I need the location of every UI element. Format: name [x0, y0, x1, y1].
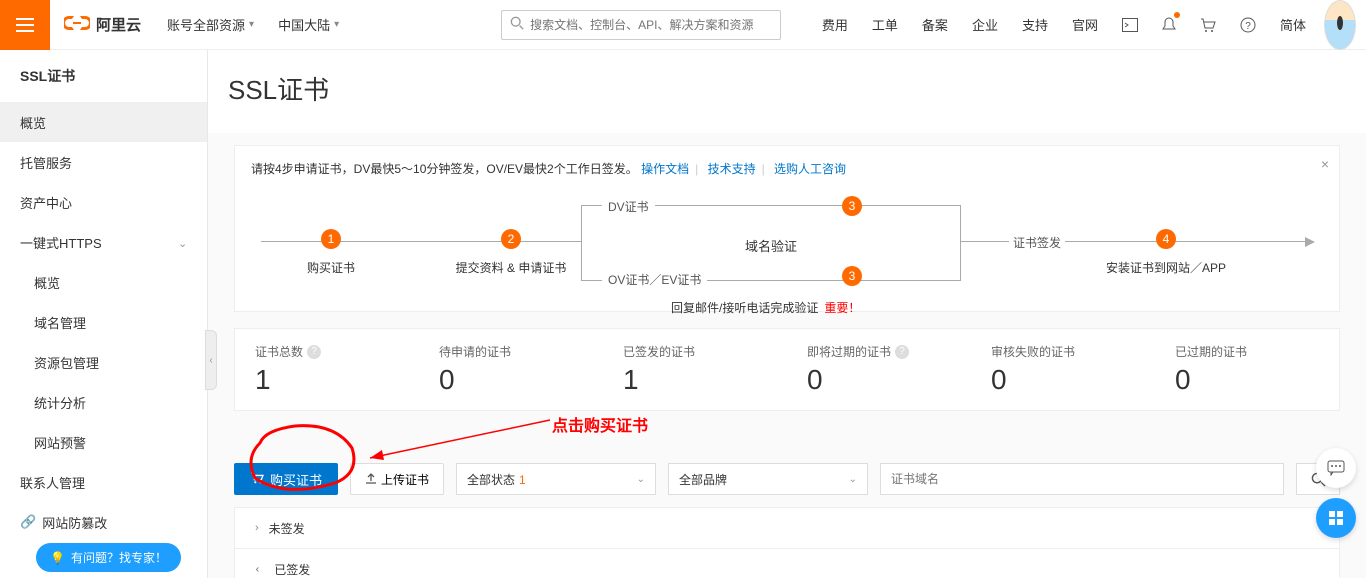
chevron-up-icon: ⌃ [178, 236, 187, 249]
sidebar-item-https[interactable]: 一键式HTTPS⌃ [0, 222, 207, 262]
upload-icon [365, 472, 377, 487]
upload-cert-button[interactable]: 上传证书 [350, 463, 444, 495]
nav-support[interactable]: 支持 [1010, 0, 1060, 50]
search-icon [510, 16, 524, 33]
flow-branch-box: DV证书 OV证书／EV证书 域名验证 3 3 [581, 205, 961, 281]
chat-icon[interactable] [1316, 448, 1356, 488]
floating-actions [1316, 448, 1356, 538]
top-header: 阿里云 账号全部资源▾ 中国大陆▾ 费用 工单 备案 企业 支持 官网 ? 简体 [0, 0, 1366, 50]
sidebar: SSL证书 概览 托管服务 资产中心 一键式HTTPS⌃ 概览 域名管理 资源包… [0, 50, 208, 578]
flow-diagram: 1 购买证书 2 提交资料 & 申请证书 DV证书 OV证书／EV证书 域名验证… [251, 181, 1323, 301]
stat-failed: 审核失败的证书 0 [971, 329, 1155, 410]
nav-fee[interactable]: 费用 [810, 0, 860, 50]
sidebar-item-overview[interactable]: 概览 [0, 102, 207, 142]
close-icon[interactable]: × [1321, 156, 1329, 172]
flow-branch-note: 回复邮件/接听电话完成验证重要！ [671, 299, 860, 316]
cart-icon [250, 472, 264, 487]
user-avatar[interactable] [1324, 0, 1356, 50]
nav-help-icon[interactable]: ? [1228, 0, 1268, 50]
help-expert-button[interactable]: 💡有问题？找专家！ [36, 543, 181, 572]
sidebar-item-sub-overview[interactable]: 概览 [0, 262, 207, 302]
acc-unsigned[interactable]: ›未签发 [235, 508, 1339, 548]
flow-step-2: 2 提交资料 & 申请证书 [431, 229, 591, 276]
info-panel: 请按4步申请证书，DV最快5～10分钟签发，OV/EV最快2个工作日签发。 操作… [234, 145, 1340, 312]
svg-text:?: ? [1245, 21, 1251, 32]
nav-official[interactable]: 官网 [1060, 0, 1110, 50]
nav-bell-icon[interactable] [1150, 0, 1188, 50]
chevron-down-icon: ⌄ [253, 564, 266, 573]
chevron-down-icon: ⌄ [849, 474, 857, 485]
account-resources-dropdown[interactable]: 账号全部资源▾ [155, 0, 266, 50]
info-text-line: 请按4步申请证书，DV最快5～10分钟签发，OV/EV最快2个工作日签发。 操作… [251, 160, 1323, 177]
brand-filter-select[interactable]: 全部品牌 ⌄ [668, 463, 868, 495]
notification-dot [1174, 12, 1180, 18]
flow-branch-center: 域名验证 [582, 236, 960, 255]
sidebar-item-stats[interactable]: 统计分析 [0, 382, 207, 422]
brand-text: 阿里云 [96, 14, 141, 35]
brand-logo[interactable]: 阿里云 [50, 14, 155, 35]
help-icon[interactable]: ? [895, 345, 909, 359]
nav-ticket[interactable]: 工单 [860, 0, 910, 50]
flow-step-3a-badge: 3 [842, 196, 862, 216]
actions-row: 购买证书 上传证书 全部状态1 ⌄ 全部品牌 ⌄ [234, 463, 1340, 495]
link-tech[interactable]: 技术支持 [708, 162, 756, 176]
chevron-down-icon: ▾ [334, 19, 339, 30]
sidebar-item-asset[interactable]: 资产中心 [0, 182, 207, 222]
cert-accordion: ⌄已签发 [234, 549, 1340, 578]
flow-step-1: 1 购买证书 [281, 229, 381, 276]
status-filter-select[interactable]: 全部状态1 ⌄ [456, 463, 656, 495]
sidebar-collapse-handle[interactable]: ‹ [205, 330, 217, 390]
stat-expiring: 即将过期的证书? 0 [787, 329, 971, 410]
sidebar-item-site-pre[interactable]: 网站预警 [0, 422, 207, 462]
hamburger-icon [16, 18, 34, 32]
stats-row: 证书总数? 1 待申请的证书 0 已签发的证书 1 即将过期的证书? 0 审核失… [234, 328, 1340, 411]
sidebar-title: SSL证书 [0, 66, 207, 102]
sidebar-item-resource-mgmt[interactable]: 资源包管理 [0, 342, 207, 382]
nav-language[interactable]: 简体 [1268, 0, 1318, 50]
help-icon[interactable]: ? [307, 345, 321, 359]
page-title: SSL证书 [228, 70, 1340, 107]
main-content: SSL证书 请按4步申请证书，DV最快5～10分钟签发，OV/EV最快2个工作日… [208, 50, 1366, 578]
nav-terminal-icon[interactable] [1110, 0, 1150, 50]
stat-pending: 待申请的证书 0 [419, 329, 603, 410]
link-consult[interactable]: 选购人工咨询 [774, 162, 846, 176]
chevron-down-icon: ▾ [249, 19, 254, 30]
flow-step-4: 4 安装证书到网站／APP [1081, 229, 1251, 276]
buy-cert-button[interactable]: 购买证书 [234, 463, 338, 495]
cert-domain-input[interactable] [880, 463, 1284, 495]
annotation-label: 点击购买证书 [552, 412, 648, 436]
bulb-icon: 💡 [50, 551, 65, 565]
link-doc[interactable]: 操作文档 [641, 162, 689, 176]
link-icon: 🔗 [20, 514, 36, 530]
flow-ovev-label: OV证书／EV证书 [602, 271, 707, 288]
region-dropdown[interactable]: 中国大陆▾ [266, 0, 351, 50]
flow-dv-label: DV证书 [602, 198, 655, 215]
search-input[interactable] [530, 18, 772, 32]
flow-step-3b-badge: 3 [842, 266, 862, 286]
chevron-down-icon: ⌄ [637, 474, 645, 485]
stat-expired: 已过期的证书 0 [1155, 329, 1339, 410]
top-nav-links: 费用 工单 备案 企业 支持 官网 ? 简体 [810, 0, 1366, 50]
cert-accordion: ›未签发 [234, 507, 1340, 549]
acc-signed[interactable]: ⌄已签发 [235, 549, 1339, 578]
aliyun-logo-icon [64, 14, 90, 35]
stat-total: 证书总数? 1 [235, 329, 419, 410]
hamburger-menu[interactable] [0, 0, 50, 50]
sidebar-item-contact[interactable]: 联系人管理 [0, 462, 207, 502]
search-bar[interactable] [501, 10, 781, 40]
nav-cart-icon[interactable] [1188, 0, 1228, 50]
apps-grid-icon[interactable] [1316, 498, 1356, 538]
nav-enterprise[interactable]: 企业 [960, 0, 1010, 50]
stat-issued: 已签发的证书 1 [603, 329, 787, 410]
sidebar-item-domain-mgmt[interactable]: 域名管理 [0, 302, 207, 342]
sidebar-item-hosting[interactable]: 托管服务 [0, 142, 207, 182]
nav-bei[interactable]: 备案 [910, 0, 960, 50]
sidebar-item-tamper[interactable]: 🔗网站防篡改 [0, 502, 207, 542]
chevron-right-icon: › [255, 522, 259, 534]
